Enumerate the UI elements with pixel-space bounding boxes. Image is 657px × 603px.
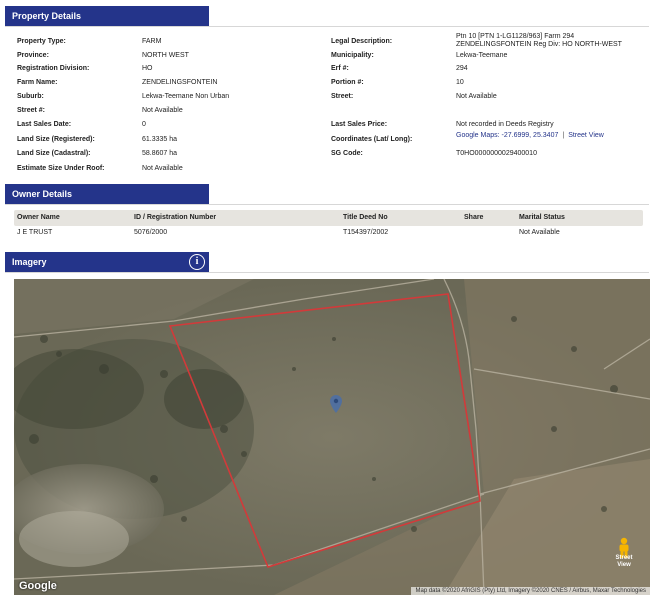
property-type-value: FARM — [142, 38, 162, 45]
land-size-registered-label: Land Size (Registered): — [17, 136, 95, 143]
property-type-label: Property Type: — [17, 38, 66, 45]
last-sales-price-label: Last Sales Price: — [331, 121, 388, 128]
street-number-value: Not Available — [142, 107, 183, 114]
suburb-label: Suburb: — [17, 93, 44, 100]
property-details-rule — [5, 26, 649, 27]
street-number-label: Street #: — [17, 107, 46, 114]
registration-division-value: HO — [142, 65, 153, 72]
col-owner-name: Owner Name — [17, 214, 60, 221]
registration-division-label: Registration Division: — [17, 65, 90, 72]
col-id-registration: ID / Registration Number — [134, 214, 217, 221]
marital-status-cell: Not Available — [519, 229, 560, 236]
farm-name-value: ZENDELINGSFONTEIN — [142, 79, 218, 86]
satellite-map[interactable]: Street View Google Map data ©2020 AfriGI… — [14, 279, 650, 595]
map-attribution: Map data ©2020 AfriGIS (Pty) Ltd, Imager… — [411, 587, 650, 595]
property-details-header: Property Details — [5, 6, 209, 26]
owner-details-rule — [5, 204, 649, 205]
imagery-header: Imagery — [5, 252, 209, 272]
land-size-registered-value: 61.3335 ha — [142, 136, 178, 143]
google-maps-link[interactable]: Google Maps: -27.6999, 25.3407 — [456, 132, 558, 139]
street-value: Not Available — [456, 93, 497, 100]
owner-table-header: Owner Name ID / Registration Number Titl… — [14, 210, 643, 226]
province-label: Province: — [17, 52, 49, 59]
street-view-link[interactable]: Street View — [568, 132, 604, 139]
legal-description-label: Legal Description: — [331, 38, 393, 45]
province-value: NORTH WEST — [142, 52, 189, 59]
last-sales-price-value: Not recorded in Deeds Registry — [456, 121, 554, 128]
coordinates-value-row: Google Maps: -27.6999, 25.3407 | Street Vi… — [456, 132, 604, 139]
col-marital-status: Marital Status — [519, 214, 565, 221]
location-pin-icon[interactable] — [330, 395, 342, 413]
coordinates-label: Coordinates (Lat/ Long): — [331, 136, 413, 143]
imagery-title: Imagery — [12, 257, 47, 267]
owner-details-header: Owner Details — [5, 184, 209, 204]
farm-name-label: Farm Name: — [17, 79, 58, 86]
suburb-value: Lekwa-Teemane Non Urban — [142, 93, 230, 100]
last-sales-date-value: 0 — [142, 121, 146, 128]
street-label: Street: — [331, 93, 354, 100]
last-sales-date-label: Last Sales Date: — [17, 121, 72, 128]
sg-code-label: SG Code: — [331, 150, 363, 157]
land-size-cadastral-label: Land Size (Cadastral): — [17, 150, 91, 157]
title-deed-cell: T154397/2002 — [343, 229, 389, 236]
col-title-deed: Title Deed No — [343, 214, 388, 221]
erf-number-value: 294 — [456, 65, 468, 72]
satellite-imagery — [14, 279, 650, 595]
link-separator: | — [562, 132, 565, 139]
municipality-value: Lekwa-Teemane — [456, 52, 508, 59]
estimate-size-under-roof-label: Estimate Size Under Roof: — [17, 165, 105, 172]
imagery-rule — [5, 272, 649, 273]
street-view-label[interactable]: Street View — [612, 555, 636, 569]
google-logo: Google — [19, 580, 57, 592]
land-size-cadastral-value: 58.8607 ha — [142, 150, 178, 157]
info-icon[interactable]: i — [189, 254, 205, 270]
sg-code-value: T0HO0000000029400010 — [456, 150, 537, 157]
col-share: Share — [464, 214, 484, 221]
erf-number-label: Erf #: — [331, 65, 349, 72]
municipality-label: Municipality: — [331, 52, 374, 59]
estimate-size-under-roof-value: Not Available — [142, 165, 183, 172]
portion-number-value: 10 — [456, 79, 464, 86]
legal-description-value: Ptn 10 [PTN 1-LG1128/963] Farm 294 ZENDE… — [456, 33, 622, 48]
portion-number-label: Portion #: — [331, 79, 364, 86]
owner-name-cell: J E TRUST — [17, 229, 53, 236]
registration-number-cell: 5076/2000 — [134, 229, 168, 236]
table-row: J E TRUST 5076/2000 T154397/2002 Not Ava… — [14, 229, 643, 241]
